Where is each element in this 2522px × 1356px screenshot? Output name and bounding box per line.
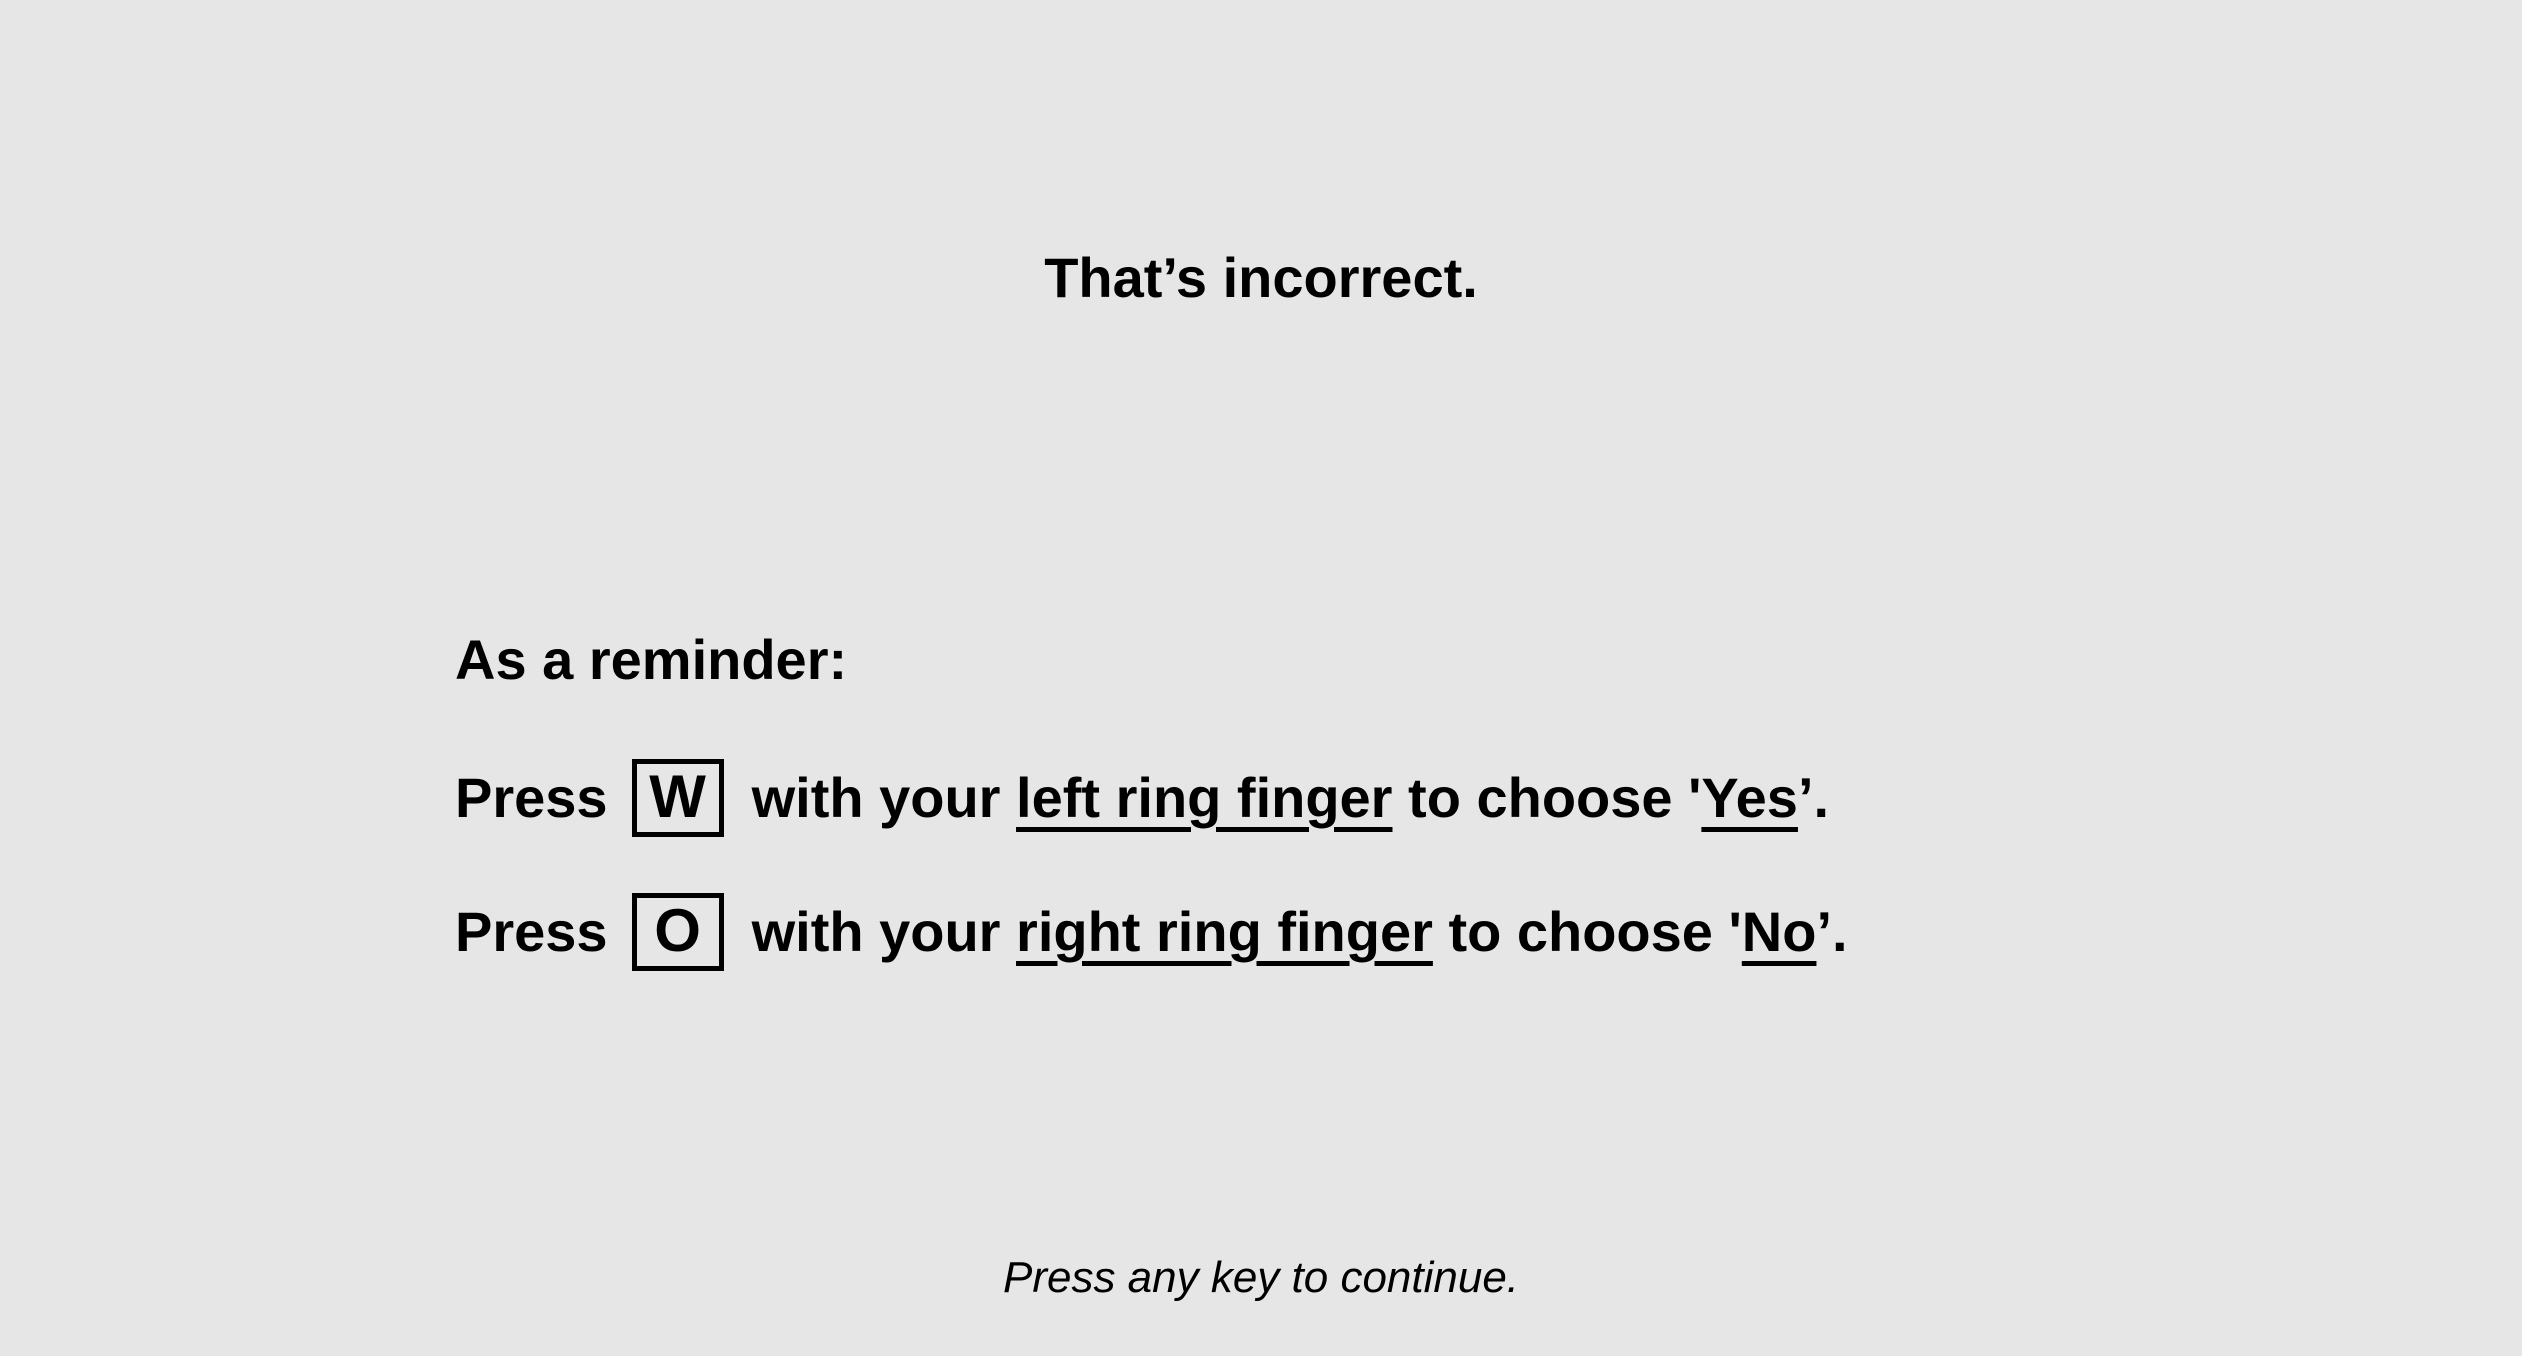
reminder-heading: As a reminder: bbox=[455, 628, 848, 691]
instruction-no: Press O with your right ring finger to c… bbox=[455, 892, 1848, 972]
key-o-box: O bbox=[631, 893, 724, 971]
to-choose-label: to choose ' bbox=[1408, 766, 1702, 829]
line-end: ’. bbox=[1816, 900, 1848, 963]
line-end: ’. bbox=[1797, 766, 1830, 829]
choice-yes-label: Yes bbox=[1701, 766, 1798, 829]
left-finger-label: left ring finger bbox=[1016, 766, 1393, 829]
with-your-label: with your bbox=[751, 766, 1001, 829]
press-label: Press bbox=[455, 900, 608, 963]
right-finger-label: right ring finger bbox=[1016, 900, 1433, 963]
with-your-label: with your bbox=[751, 900, 1001, 963]
key-w-box: W bbox=[631, 759, 724, 837]
to-choose-label: to choose ' bbox=[1448, 900, 1742, 963]
feedback-message: That’s incorrect. bbox=[1044, 246, 1478, 309]
continue-prompt: Press any key to continue. bbox=[1002, 1253, 1520, 1302]
press-label: Press bbox=[455, 766, 608, 829]
instruction-yes: Press W with your left ring finger to ch… bbox=[455, 758, 1829, 838]
choice-no-label: No bbox=[1741, 900, 1817, 963]
